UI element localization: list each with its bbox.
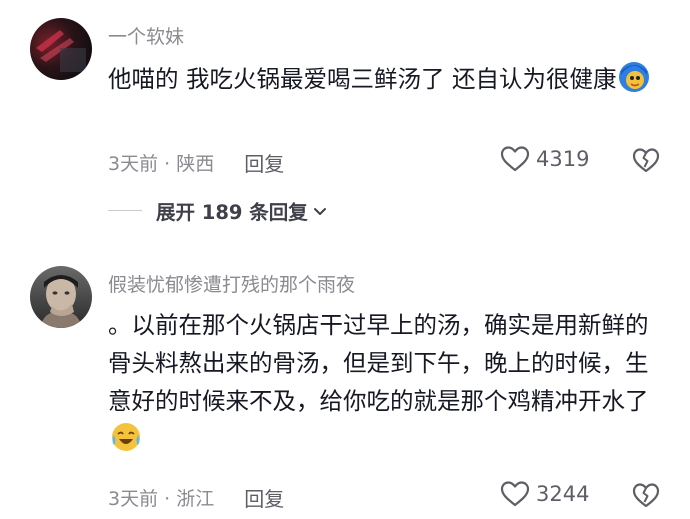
- like-button[interactable]: 3244: [500, 480, 589, 508]
- heart-outline-icon: [500, 481, 530, 507]
- broken-heart-icon[interactable]: [632, 146, 660, 174]
- like-count: 4319: [536, 147, 590, 171]
- comment-text-content: 。以前在那个火锅店干过早上的汤，确实是用新鲜的骨头料熬出来的骨汤，但是到下午，晚…: [108, 311, 649, 415]
- time-location: 3天前 · 浙江: [108, 488, 215, 510]
- like-count: 3244: [536, 482, 590, 506]
- avatar-image: [30, 266, 92, 328]
- avatar[interactable]: [30, 18, 92, 80]
- crying-laughing-emoji: [110, 421, 142, 453]
- chevron-down-icon: [313, 207, 326, 215]
- reply-button[interactable]: 回复: [244, 148, 284, 177]
- time-location: 3天前 · 陕西: [108, 153, 215, 175]
- username[interactable]: 一个软妹: [108, 22, 184, 49]
- blue-hair-face-emoji: [618, 61, 650, 93]
- reply-button[interactable]: 回复: [244, 483, 284, 512]
- heart-outline-icon: [500, 146, 530, 172]
- comment-text: 他喵的 我吃火锅最爱喝三鲜汤了 还自认为很健康: [108, 60, 668, 98]
- comment-text-content: 他喵的 我吃火锅最爱喝三鲜汤了 还自认为很健康: [108, 65, 617, 93]
- broken-heart-icon[interactable]: [632, 481, 660, 509]
- comment-meta: 3天前 · 陕西 回复: [108, 148, 284, 177]
- comment-text: 。以前在那个火锅店干过早上的汤，确实是用新鲜的骨头料熬出来的骨汤，但是到下午，晚…: [108, 306, 668, 458]
- like-button[interactable]: 4319: [500, 145, 589, 173]
- comment-meta: 3天前 · 浙江 回复: [108, 483, 284, 512]
- expand-replies-button[interactable]: 展开 189 条回复: [108, 196, 327, 225]
- avatar-image: [30, 18, 92, 80]
- username[interactable]: 假装忧郁惨遭打残的那个雨夜: [108, 270, 355, 297]
- avatar[interactable]: [30, 266, 92, 328]
- expand-replies-label: 展开 189 条回复: [156, 201, 308, 224]
- divider-line: [108, 209, 142, 212]
